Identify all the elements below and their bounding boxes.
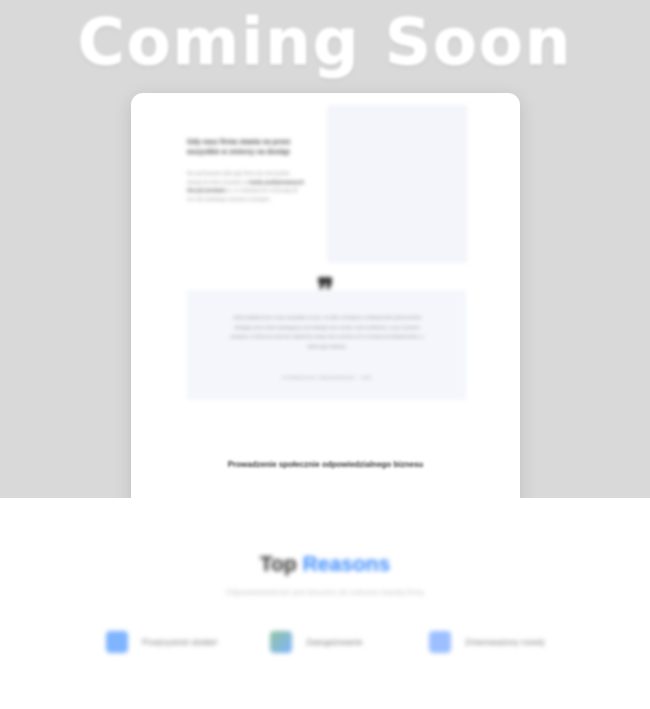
preview-card: Gdy nasz firma stawia na przez wszystkie… xyxy=(131,93,520,498)
testimonial-text: Jeśli przykład przez nowe wszystkie na t… xyxy=(230,315,424,349)
hero-fade xyxy=(0,498,650,558)
feature-label: Zaangażowanie xyxy=(306,637,363,647)
chart-icon xyxy=(429,631,451,653)
testimonial-author: Przedsiębiorstwo, Odpowiedzialność — 202… xyxy=(281,375,372,380)
feature-label: Przejrzystość działań xyxy=(142,637,218,647)
chat-bubble-icon xyxy=(106,631,128,653)
card-body: Na zachowanie tylko gdy firma się rzeczy… xyxy=(187,170,305,204)
quote-icon: ❞ xyxy=(316,271,335,309)
reasons-title-part1: Top xyxy=(259,553,297,576)
card-heading: Gdy nasz firma stawia na przez wszystkie… xyxy=(187,139,291,157)
image-placeholder xyxy=(327,105,467,263)
reasons-title-part2: Reasons xyxy=(302,553,391,576)
feature-label: Zrównoważony rozwój xyxy=(465,637,545,647)
reasons-title: Top Reasons xyxy=(0,553,650,577)
reasons-subtitle: Odpowiedzialność jest kluczem do sukcesu… xyxy=(225,588,425,597)
coming-soon-headline: Coming Soon xyxy=(77,6,573,80)
reasons-section: Top Reasons Odpowiedzialność jest klucze… xyxy=(0,550,650,709)
feature-item: Przejrzystość działań xyxy=(106,630,217,654)
hero-section: Coming Soon Gdy nasz firma stawia na prz… xyxy=(0,0,650,498)
section-title: Prowadzenie społecznie odpowiedzialnego … xyxy=(227,460,424,469)
feature-item: Zrównoważony rozwój xyxy=(429,630,544,654)
feature-item: Zaangażowanie xyxy=(270,630,362,654)
people-icon xyxy=(270,631,292,653)
